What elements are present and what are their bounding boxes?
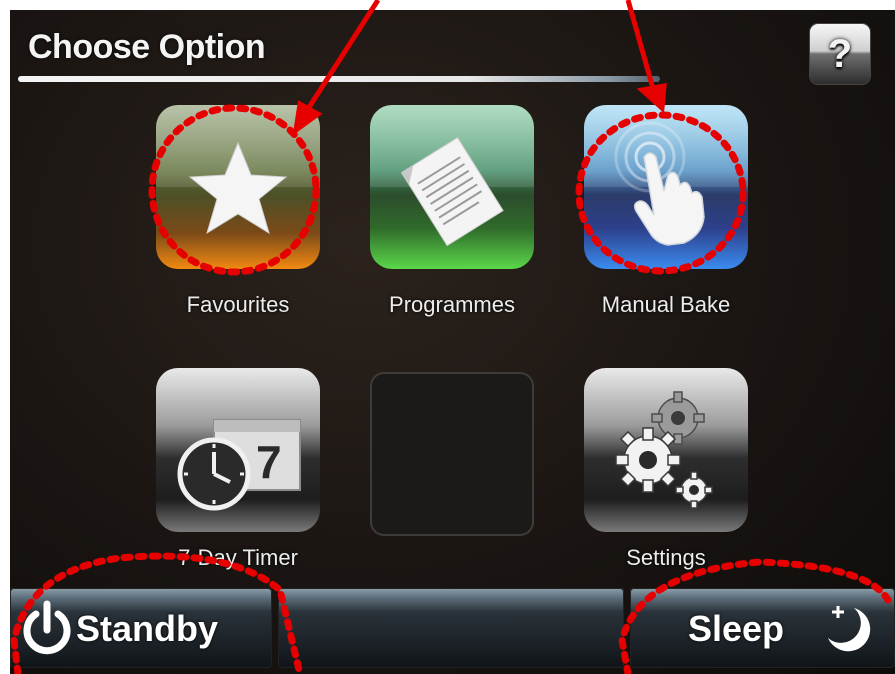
- clock-calendar-icon: 7: [177, 419, 301, 511]
- page-title: Choose Option: [28, 28, 266, 66]
- title-underline: [18, 76, 660, 82]
- seven-day-timer-label: 7-Day Timer: [178, 545, 298, 570]
- sleep-button[interactable]: Sleep: [630, 588, 895, 668]
- bottom-bar-blank-button: [278, 588, 624, 668]
- manual-bake-label: Manual Bake: [601, 292, 731, 317]
- moon-icon: [828, 606, 871, 652]
- gears-icon: [615, 391, 713, 509]
- star-icon: [188, 141, 288, 235]
- manual-bake-button[interactable]: [584, 105, 748, 269]
- empty-tile-slot: [370, 372, 534, 536]
- sleep-label: Sleep: [688, 608, 785, 649]
- settings-label: Settings: [626, 545, 706, 570]
- standby-label: Standby: [76, 608, 219, 649]
- programmes-button[interactable]: [370, 105, 534, 269]
- bottom-bar: Standby Sleep: [10, 588, 895, 674]
- calendar-day: 7: [256, 436, 282, 488]
- seven-day-timer-button[interactable]: 7: [156, 368, 320, 532]
- settings-button[interactable]: [584, 368, 748, 532]
- favourites-label: Favourites: [186, 292, 290, 317]
- document-icon: [400, 136, 504, 247]
- hand-pointer-icon: [614, 121, 705, 246]
- programmes-label: Programmes: [389, 292, 515, 317]
- help-button[interactable]: ?: [810, 24, 870, 84]
- oven-touch-screen: Choose Option ? Favourites Programmes Ma…: [10, 10, 895, 674]
- power-icon: [23, 600, 71, 655]
- standby-button[interactable]: Standby: [10, 588, 272, 668]
- favourites-button[interactable]: [156, 105, 320, 269]
